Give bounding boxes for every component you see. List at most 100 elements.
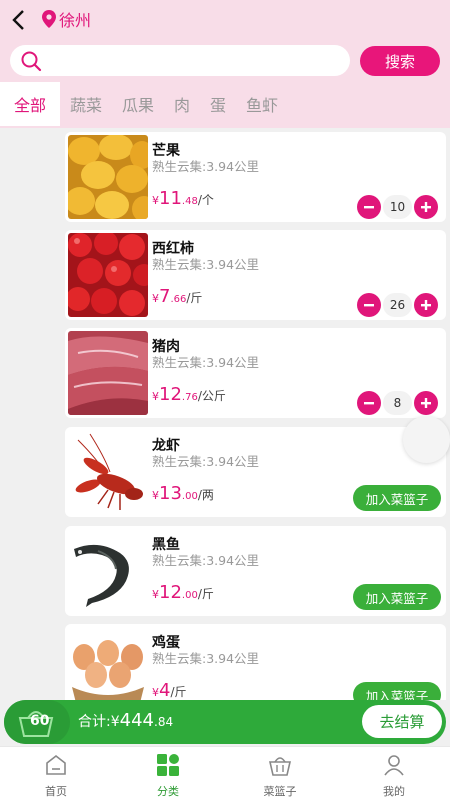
price-currency: ¥ [152,292,159,305]
floating-assistive-button[interactable] [403,416,450,463]
product-store: 熟生云集:3.94公里 [152,553,260,568]
price-integer: 11 [159,188,182,209]
price-integer: 4 [159,680,171,700]
minus-icon [364,402,374,405]
plus-icon [421,398,431,408]
nav-profile[interactable]: 我的 [338,747,450,800]
minus-icon [364,206,374,209]
quantity-value: 26 [383,293,412,317]
product-price: ¥7.66/斤 [152,286,202,307]
nav-profile-label: 我的 [383,785,405,798]
tab-all[interactable]: 全部 [0,82,60,126]
search-icon [21,51,42,72]
minus-icon [364,304,374,307]
quantity-stepper[interactable]: 8 [357,390,438,416]
price-decimal: .00 [181,491,198,502]
product-store: 熟生云集:3.94公里 [152,454,260,469]
tab-eggs[interactable]: 蛋 [206,82,230,126]
location-selector[interactable]: 徐州 [42,7,91,31]
product-store: 熟生云集:3.94公里 [152,355,260,370]
quantity-value: 8 [383,391,412,415]
add-to-basket-button[interactable]: 加入菜篮子 [353,485,441,511]
decrease-button[interactable] [357,391,381,415]
product-card-tomato[interactable]: 西红柿 熟生云集:3.94公里 ¥7.66/斤 26 [65,230,446,320]
tab-fruits[interactable]: 瓜果 [116,82,160,126]
product-price: ¥13.00/两 [152,483,214,504]
home-icon [46,754,66,775]
nav-category-label: 分类 [157,785,179,798]
product-image-fish [68,529,148,613]
total-decimal: .84 [154,715,174,729]
category-tabs: 全部 蔬菜 瓜果 肉 蛋 鱼虾 [0,82,450,126]
price-integer: 12 [159,582,182,603]
plus-icon [421,202,431,212]
total-integer: 444 [119,710,154,731]
price-unit: /斤 [170,685,187,699]
product-image-pork [68,331,148,415]
tab-vegetables[interactable]: 蔬菜 [64,82,108,126]
increase-button[interactable] [414,195,438,219]
tab-meat[interactable]: 肉 [170,82,194,126]
product-price: ¥12.00/斤 [152,582,214,603]
price-unit: /个 [197,193,214,207]
price-integer: 7 [159,286,171,307]
plus-icon [421,300,431,310]
cart-bar: 60 合计:¥444.84 去结算 [4,700,446,744]
quantity-stepper[interactable]: 26 [357,292,438,318]
search-button[interactable]: 搜索 [360,46,440,76]
sidebar [0,128,60,700]
product-image-crayfish [68,430,148,514]
price-currency: ¥ [152,194,159,207]
basket-icon [268,757,292,776]
checkout-button[interactable]: 去结算 [362,705,442,738]
product-image-eggs [68,627,148,700]
add-to-basket-button[interactable]: 加入菜篮子 [353,682,441,700]
product-card-eggs[interactable]: 鸡蛋 熟生云集:3.94公里 ¥4/斤 加入菜篮子 [65,624,446,700]
location-pin-icon [42,10,56,28]
price-integer: 12 [159,384,182,405]
nav-basket[interactable]: 菜篮子 [224,747,336,800]
product-card-mango[interactable]: 芒果 熟生云集:3.94公里 ¥11.48/个 10 [65,132,446,222]
nav-home-label: 首页 [45,785,67,798]
nav-home[interactable]: 首页 [0,747,112,800]
bottom-navigation: 首页 分类 菜篮子 我的 [0,746,450,800]
location-label: 徐州 [59,11,92,30]
decrease-button[interactable] [357,293,381,317]
increase-button[interactable] [414,293,438,317]
back-button[interactable] [6,6,32,34]
product-card-snakehead-fish[interactable]: 黑鱼 熟生云集:3.94公里 ¥12.00/斤 加入菜篮子 [65,526,446,616]
price-unit: /两 [197,488,214,502]
cart-total: 合计:¥444.84 [78,710,173,731]
tab-seafood[interactable]: 鱼虾 [242,82,282,126]
price-unit: /斤 [186,291,203,305]
nav-category[interactable]: 分类 [112,747,224,800]
price-currency: ¥ [152,686,159,699]
product-store: 熟生云集:3.94公里 [152,257,260,272]
category-icon [157,754,179,776]
price-integer: 13 [159,483,182,504]
basket-button[interactable]: 60 [4,700,70,744]
price-currency: ¥ [152,489,159,502]
product-image-mango [68,135,148,219]
nav-basket-label: 菜篮子 [263,785,297,798]
decrease-button[interactable] [357,195,381,219]
product-price: ¥4/斤 [152,680,187,700]
price-decimal: .48 [181,196,198,207]
add-to-basket-button[interactable]: 加入菜篮子 [353,584,441,610]
product-image-tomato [68,233,148,317]
search-input[interactable] [50,49,340,72]
price-currency: ¥ [152,588,159,601]
product-price: ¥11.48/个 [152,188,214,209]
product-card-pork[interactable]: 猪肉 熟生云集:3.94公里 ¥12.76/公斤 8 [65,328,446,418]
chevron-left-icon [12,10,24,30]
price-currency: ¥ [152,390,159,403]
price-unit: /斤 [197,587,214,601]
quantity-stepper[interactable]: 10 [357,194,438,220]
product-card-crayfish[interactable]: 龙虾 熟生云集:3.94公里 ¥13.00/两 加入菜篮子 [65,427,446,517]
cart-count-badge: 60 [30,713,50,729]
product-list[interactable]: 芒果 熟生云集:3.94公里 ¥11.48/个 10 西红柿 熟生云集:3.94… [60,128,450,700]
increase-button[interactable] [414,391,438,415]
user-icon [384,755,404,776]
search-box[interactable] [10,45,350,76]
total-label: 合计: [78,714,111,730]
